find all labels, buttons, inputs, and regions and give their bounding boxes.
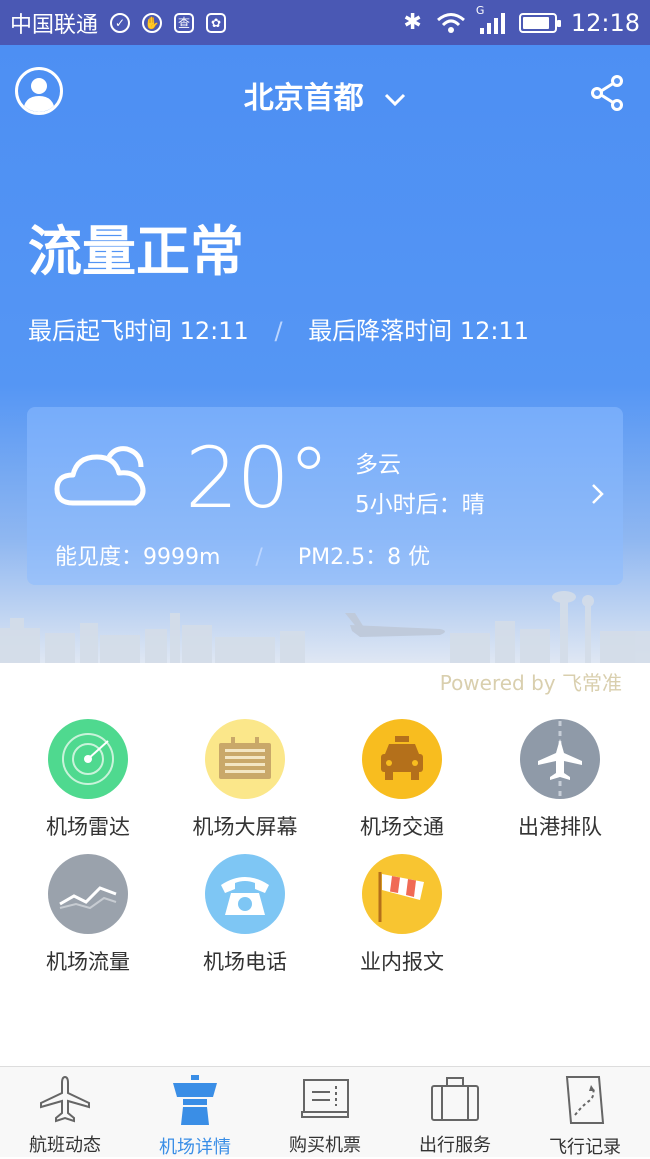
airport-hero: 北京首都 流量正常 最后起飞时间 12:11 / 最后降落时间 12:11 20… (0, 45, 650, 663)
clock: 12:18 (570, 8, 640, 37)
pm25: PM2.5：8 优 (297, 545, 431, 570)
times-separator: / (274, 317, 283, 345)
chevron-right-icon (592, 484, 604, 504)
notification-icon: ✓ (110, 12, 131, 33)
tab-label: 出行服务 (419, 1135, 491, 1156)
service-label: 业内报文 (360, 950, 444, 974)
tab-label: 飞行记录 (549, 1137, 621, 1158)
taxi-icon (362, 719, 442, 799)
ticket-icon (301, 1079, 349, 1118)
plane-icon (40, 1075, 90, 1123)
service-departure-queue[interactable]: 出港排队 (481, 719, 639, 841)
service-label: 机场雷达 (46, 815, 130, 839)
city-name: 北京首都 (243, 81, 364, 116)
city-skyline-illustration (0, 591, 650, 663)
map-icon (565, 1076, 605, 1124)
tab-label: 购买机票 (289, 1135, 361, 1156)
service-label: 出港排队 (518, 815, 602, 839)
city-selector[interactable]: 北京首都 (0, 73, 650, 117)
tab-flight-status[interactable]: 航班动态 (0, 1067, 130, 1157)
wifi-icon (436, 12, 465, 33)
service-industry-messages[interactable]: 业内报文 (323, 854, 481, 976)
radar-icon (48, 719, 128, 799)
bluetooth-icon: ✱ (403, 10, 422, 35)
board-icon (205, 719, 285, 799)
chevron-down-icon (385, 93, 406, 106)
service-label: 机场交通 (360, 815, 444, 839)
service-label: 机场大屏幕 (192, 815, 298, 839)
signal-icon: G (476, 4, 505, 34)
phone-icon (205, 854, 285, 934)
battery-icon (518, 12, 561, 33)
glove-icon: ✋ (142, 12, 163, 33)
tab-flight-records[interactable]: 飞行记录 (520, 1067, 650, 1158)
last-landing-time: 12:11 (459, 317, 529, 345)
status-bar: 中国联通 ✓ ✋ 查 ✿ ✱ G 12:18 (0, 0, 650, 45)
powered-by: Powered by 飞常准 (439, 671, 622, 695)
network-type: G (475, 3, 485, 17)
tab-label: 航班动态 (29, 1135, 101, 1156)
weather-separator: / (255, 545, 263, 570)
search-app-icon: 查 (174, 12, 195, 33)
service-airport-phone[interactable]: 机场电话 (166, 854, 324, 976)
top-bar: 北京首都 (0, 45, 650, 145)
plane-queue-icon (520, 719, 600, 799)
weather-card[interactable]: 20° 多云 5小时后：晴 能见度：9999m / PM2.5：8 优 (27, 407, 623, 585)
last-departure-label: 最后起飞时间 (28, 317, 172, 345)
service-airport-transport[interactable]: 机场交通 (323, 719, 481, 841)
last-times: 最后起飞时间 12:11 / 最后降落时间 12:11 (28, 311, 529, 346)
tower-icon (173, 1075, 217, 1125)
visibility: 能见度：9999m (55, 545, 221, 570)
tab-buy-tickets[interactable]: 购买机票 (260, 1067, 390, 1157)
weather-condition: 多云 (355, 452, 401, 478)
service-label: 机场电话 (203, 950, 287, 974)
luggage-icon (431, 1077, 479, 1121)
huawei-icon: ✿ (206, 12, 227, 33)
temperature: 20° (185, 429, 330, 527)
service-label: 机场流量 (46, 950, 130, 974)
bottom-tab-bar: 航班动态 机场详情 购买机票 出行服务 飞行记录 (0, 1066, 650, 1158)
tab-travel-services[interactable]: 出行服务 (390, 1067, 520, 1157)
carrier-label: 中国联通 (10, 12, 99, 38)
share-icon[interactable] (590, 75, 624, 111)
service-airport-screen[interactable]: 机场大屏幕 (166, 719, 324, 841)
service-airport-radar[interactable]: 机场雷达 (9, 719, 167, 841)
cloud-icon (54, 446, 146, 506)
tab-airport-details[interactable]: 机场详情 (130, 1067, 260, 1158)
trend-icon (48, 854, 128, 934)
last-landing-label: 最后降落时间 (308, 317, 453, 345)
service-airport-traffic[interactable]: 机场流量 (9, 854, 167, 976)
tab-label: 机场详情 (159, 1137, 231, 1158)
weather-forecast: 5小时后：晴 (355, 492, 485, 518)
visibility-row: 能见度：9999m / PM2.5：8 优 (55, 539, 430, 571)
last-departure-time: 12:11 (179, 317, 249, 345)
flow-status: 流量正常 (28, 220, 244, 283)
windsock-icon (362, 854, 442, 934)
